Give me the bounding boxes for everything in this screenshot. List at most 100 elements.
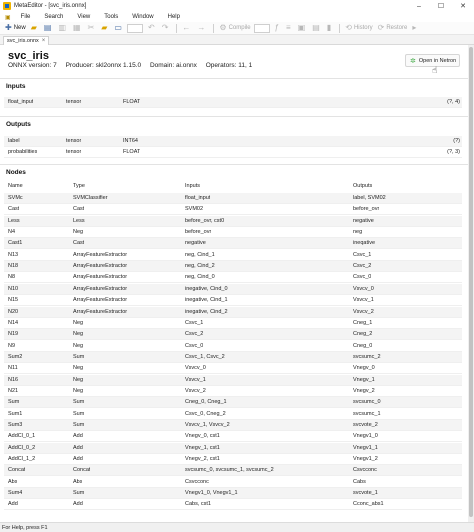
node-row[interactable]: N9 Neg Csvc_0 Cneg_0 — [4, 341, 462, 352]
node-row[interactable]: N20 ArrayFeatureExtractor inegative, Cind_… — [4, 306, 462, 318]
node-row[interactable]: Add Add Cabs, cst1 Cconc_abs1 — [4, 499, 462, 511]
undo-button[interactable]: ↶ — [146, 23, 159, 34]
node-row[interactable]: Sum Sum Cneg_0, Cneg_1 svcsumc_0 — [4, 397, 462, 409]
cut-button[interactable]: ✂ — [86, 23, 99, 34]
tab-svc-iris[interactable]: svc_iris.onnx × — [3, 36, 50, 45]
column-inputs: Inputs — [185, 183, 200, 189]
indent-button[interactable]: ▤ — [310, 23, 324, 34]
node-row[interactable]: N15 ArrayFeatureExtractor inegative, Cind_… — [4, 295, 462, 307]
outputs-row[interactable]: probabilities tensor FLOAT (?, 3) — [4, 147, 462, 158]
node-row[interactable]: Abs Abs Csvcconc Cabs — [4, 477, 462, 488]
maximize-button[interactable]: ☐ — [430, 0, 452, 12]
print-button[interactable]: ▦ — [71, 23, 85, 34]
node-row[interactable]: AddCl_0_1 Add Vnegv_0, cst1 Vnegv1_0 — [4, 431, 462, 443]
node-type-cell: ArrayFeatureExtractor — [73, 297, 128, 304]
node-name-cell: SVMc — [8, 195, 23, 201]
node-row[interactable]: AddCl_0_2 Add Vnegv_1, cst1 Vnegv1_1 — [4, 442, 462, 454]
node-inputs-cell: Vnegv_1, cst1 — [185, 444, 220, 451]
node-inputs-cell: Vnegv_2, cst1 — [185, 456, 220, 463]
bookmark-button[interactable]: ▮ — [325, 23, 335, 34]
node-row[interactable]: Sum4 Sum Vnegv1_0, Vnegv1_1 svcvote_1 — [4, 488, 462, 500]
menu-window[interactable]: Window — [125, 14, 160, 20]
node-row[interactable]: N14 Neg Csvc_1 Cneg_1 — [4, 318, 462, 329]
more-button[interactable]: ▸ — [410, 23, 420, 34]
find-button[interactable]: ▭ — [112, 23, 126, 34]
new-file-icon: ✚ — [5, 23, 12, 32]
node-name-cell: AddCl_0_1 — [8, 433, 36, 440]
node-row[interactable]: N16 Neg Vsvcv_1 Vnegv_1 — [4, 374, 462, 386]
restore-button[interactable]: ⟳ Restore — [376, 23, 410, 34]
node-row[interactable]: N10 ArrayFeatureExtractor inegative, Cind_… — [4, 283, 462, 295]
node-row[interactable]: Concat Concat svcsumc_0, svcsumc_1, svcsum… — [4, 465, 462, 477]
node-row[interactable]: N4 Neg before_ovr neg — [4, 227, 462, 239]
column-type: Type — [73, 183, 85, 189]
node-inputs-cell: float_input — [185, 195, 211, 201]
close-tab-icon[interactable]: × — [42, 38, 46, 44]
node-row[interactable]: Cast1 Cast negative ineqative — [4, 238, 462, 250]
save-button[interactable]: ▤ — [42, 23, 56, 34]
node-row[interactable]: Sum2 Sum Csvc_1, Csvc_2 svcsumc_2 — [4, 351, 462, 363]
close-window-button[interactable]: ✕ — [452, 0, 474, 12]
node-row[interactable]: Sum1 Sum Csvc_0, Cneg_2 svcsumc_1 — [4, 409, 462, 420]
node-type-cell: Neg — [73, 342, 84, 349]
node-name-cell: Sum — [8, 399, 20, 406]
new-button[interactable]: ✚ New — [3, 23, 28, 34]
folder-button[interactable]: ▰ — [99, 23, 111, 34]
open-folder-button[interactable]: ▰ — [29, 23, 41, 34]
node-row[interactable]: N18 ArrayFeatureExtractor neg, Cind_2 Csvc_… — [4, 261, 462, 273]
node-row[interactable]: SVMc SVMClassifier float_input label, SVM02 — [4, 193, 462, 204]
document-menu-icon[interactable]: ▣ — [2, 14, 14, 21]
node-row[interactable]: N19 Neg Csvc_2 Cneg_2 — [4, 329, 462, 341]
node-name-cell: Sum1 — [8, 410, 23, 417]
node-inputs-cell: Vsvcv_2 — [185, 387, 206, 394]
history-button[interactable]: ⟲ History — [343, 23, 374, 34]
document-tab-bar: svc_iris.onnx × — [0, 35, 474, 45]
minimize-button[interactable]: – — [408, 0, 430, 12]
toolbar-separator — [176, 23, 178, 33]
bookmark-icon: ▮ — [326, 23, 332, 32]
save-icon: ▤ — [43, 23, 52, 32]
node-row[interactable]: N8 ArrayFeatureExtractor neg, Cind_0 Csvc_0 — [4, 272, 462, 284]
node-row[interactable]: N13 ArrayFeatureExtractor neg, Cind_1 Csvc_… — [4, 250, 462, 261]
inputs-row[interactable]: float_input tensor FLOAT (?, 4) — [4, 97, 462, 108]
comment-button[interactable]: ▣ — [296, 23, 310, 34]
node-row[interactable]: AddCl_1_2 Add Vnegv_2, cst1 Vnegv1_2 — [4, 454, 462, 466]
save-all-icon: ▥ — [58, 23, 66, 32]
node-outputs-cell: svcvote_2 — [353, 422, 378, 428]
node-outputs-cell: Vnegv_1 — [353, 376, 375, 383]
node-outputs-cell: Csvc_2 — [353, 263, 372, 270]
node-row[interactable]: N21 Neg Vsvcv_2 Vnegv_2 — [4, 386, 462, 397]
node-type-cell: Neg — [73, 319, 84, 326]
node-type-cell: Cast — [73, 240, 85, 247]
inputs-type-cell: FLOAT — [123, 99, 141, 105]
node-name-cell: N16 — [8, 376, 19, 383]
find-combo[interactable] — [126, 23, 143, 33]
vertical-scrollbar[interactable] — [468, 45, 474, 522]
node-outputs-cell: Vnegv_0 — [353, 365, 375, 372]
compile-target-combo[interactable] — [253, 23, 270, 33]
node-type-cell: Concat — [73, 467, 91, 474]
node-outputs-cell: Cneg_2 — [353, 331, 373, 338]
forward-button[interactable]: → — [195, 23, 209, 34]
node-row[interactable]: Less Less before_ovr, cst0 negative — [4, 215, 462, 227]
compile-button[interactable]: ⚙ Compile — [217, 23, 252, 34]
open-in-netron-label: Open in Netron — [418, 57, 457, 64]
node-outputs-cell: Csvc_0 — [353, 274, 372, 281]
menu-search[interactable]: Search — [37, 14, 70, 20]
node-row[interactable]: Cast Cast SVM02 before_ovr — [4, 204, 462, 216]
scrollbar-thumb[interactable] — [469, 47, 473, 517]
menu-file[interactable]: File — [14, 14, 38, 20]
insert-button[interactable]: ≡ — [284, 23, 295, 34]
menu-help[interactable]: Help — [161, 14, 187, 20]
node-row[interactable]: Sum3 Sum Vsvcv_1, Vsvcv_2 svcvote_2 — [4, 420, 462, 431]
save-all-button[interactable]: ▥ — [56, 23, 70, 34]
outputs-row[interactable]: label tensor INT64 (?) — [4, 136, 462, 147]
function-button[interactable]: ƒ — [273, 23, 283, 34]
node-type-cell: ArrayFeatureExtractor — [73, 251, 128, 258]
outputs-kind-cell: tensor — [66, 149, 82, 155]
redo-button[interactable]: ↷ — [160, 23, 173, 34]
menu-tools[interactable]: Tools — [97, 14, 125, 20]
menu-view[interactable]: View — [70, 14, 97, 20]
node-row[interactable]: N11 Neg Vsvcv_0 Vnegv_0 — [4, 363, 462, 375]
back-button[interactable]: ← — [180, 23, 194, 34]
